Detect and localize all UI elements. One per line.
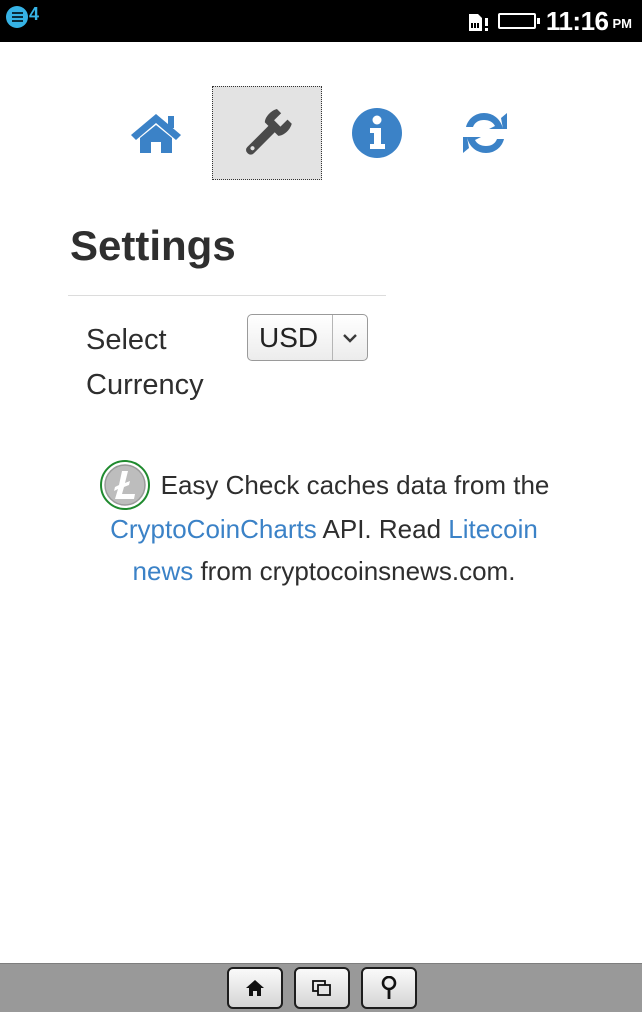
nav-settings-button[interactable] [212, 86, 322, 180]
nav-refresh-button[interactable] [430, 86, 540, 180]
sim-alert-icon [468, 10, 490, 32]
info-line-3: news from cryptocoinsnews.com. [70, 550, 578, 592]
notification-area: 4 [6, 4, 40, 28]
nav-home-button[interactable] [101, 86, 211, 180]
system-location-button[interactable] [361, 967, 417, 1009]
app-screen: 4 11:16 PM Settings Select Currency USD … [0, 0, 642, 1012]
info-text-2: API. Read [316, 514, 449, 544]
litecoin-news-link-part-1[interactable]: Litecoin [448, 508, 538, 550]
currency-label-line-1: Select [86, 324, 167, 356]
chevron-down-icon [333, 315, 367, 360]
currency-label-line-2: Currency [86, 369, 204, 401]
system-home-button[interactable] [227, 967, 283, 1009]
cryptocoincharts-link[interactable]: CryptoCoinCharts [110, 508, 317, 550]
home-icon [131, 114, 181, 153]
litecoin-logo-icon [99, 460, 150, 510]
notification-icon [6, 6, 28, 28]
wrench-icon [246, 108, 292, 155]
currency-label: Select Currency [86, 318, 236, 408]
home-icon [246, 980, 264, 996]
recent-apps-icon [312, 980, 331, 996]
litecoin-news-link-part-2[interactable]: news [133, 550, 194, 592]
app-nav [0, 86, 642, 182]
info-paragraph: Easy Check caches data from the CryptoCo… [70, 460, 578, 592]
system-navigation-bar [0, 963, 642, 1012]
currency-select-value: USD [259, 321, 319, 353]
info-line-1: Easy Check caches data from the [70, 460, 578, 510]
nav-info-button[interactable] [322, 86, 432, 180]
battery-icon [497, 13, 540, 29]
refresh-icon [463, 113, 507, 153]
page-title: Settings [70, 222, 236, 269]
title-divider [68, 295, 386, 296]
currency-select[interactable]: USD [247, 314, 368, 361]
notification-count: 4 [29, 4, 40, 24]
info-text-1: Easy Check caches data from the [160, 470, 550, 500]
info-line-2: CryptoCoinCharts API. Read Litecoin [70, 508, 578, 550]
status-bar: 4 11:16 PM [0, 0, 642, 42]
clock-ampm: PM [612, 15, 633, 31]
info-icon [352, 108, 402, 158]
system-recent-apps-button[interactable] [294, 967, 350, 1009]
info-text-3: from cryptocoinsnews.com. [193, 556, 516, 586]
location-pin-icon [381, 976, 397, 999]
clock: 11:16 [545, 5, 609, 36]
status-indicators: 11:16 PM [468, 3, 632, 39]
